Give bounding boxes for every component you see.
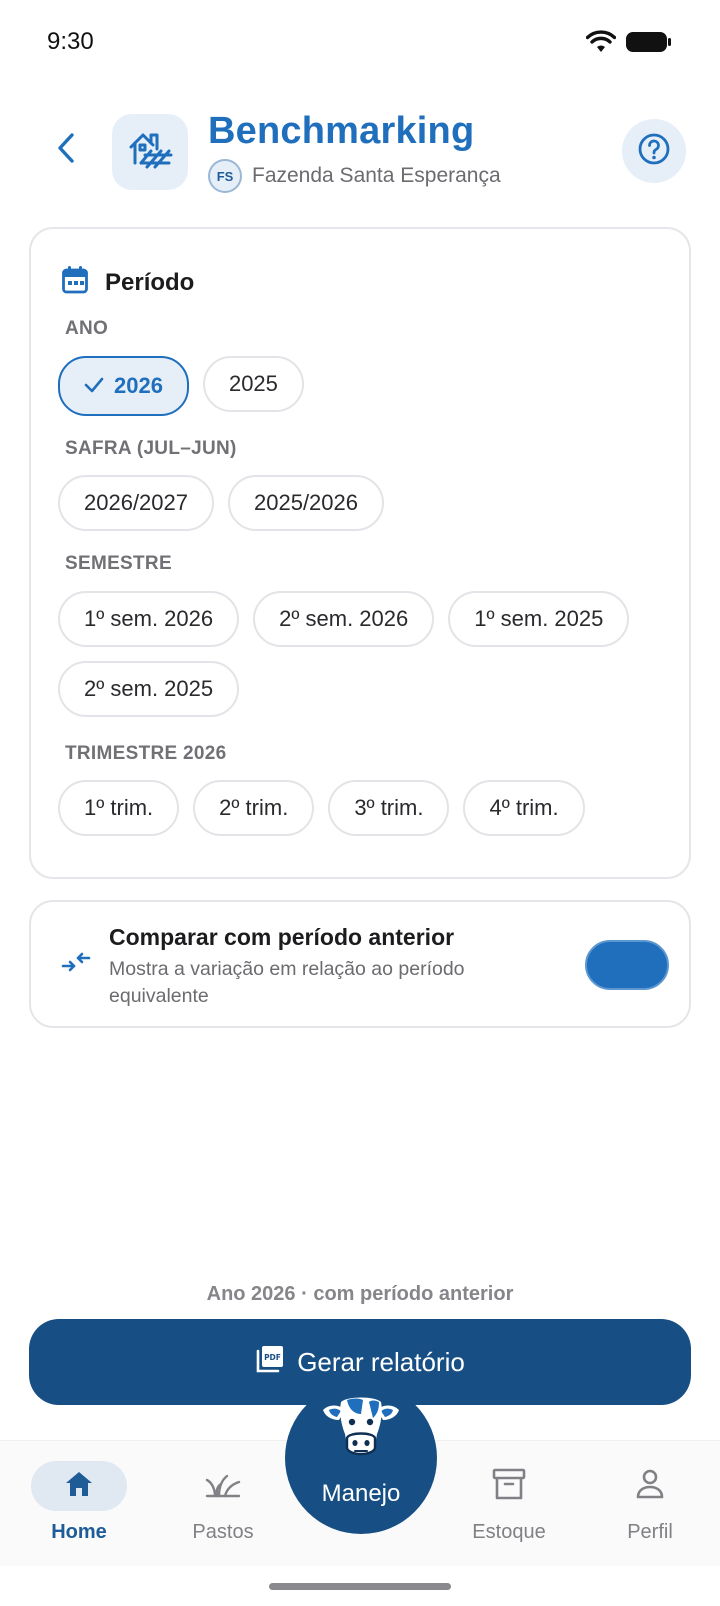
crop-chips: 2026/2027 2025/2026: [58, 475, 668, 531]
period-title: Período: [105, 268, 195, 296]
chip-sem-2-2025[interactable]: 2º sem. 2025: [58, 661, 240, 717]
home-indicator: [269, 1583, 451, 1590]
grass-icon: [205, 1470, 241, 1503]
quarter-label: TRIMESTRE 2026: [65, 743, 227, 764]
compare-description: Mostra a variação em relação ao período …: [109, 958, 465, 1007]
selection-summary: Ano 2026 · com período anterior: [206, 1283, 514, 1305]
cow-icon: [319, 1388, 403, 1473]
compare-arrows-icon: [61, 950, 91, 979]
chip-crop-2026-2027[interactable]: 2026/2027: [58, 475, 214, 531]
nav-perfil[interactable]: Perfil: [590, 1441, 710, 1567]
nav-home-indicator: [31, 1461, 127, 1511]
chip-year-2025[interactable]: 2025: [202, 356, 304, 412]
nav-home[interactable]: Home: [19, 1441, 139, 1567]
year-label: ANO: [65, 318, 109, 339]
compare-toggle[interactable]: [585, 940, 669, 990]
chip-year-2026[interactable]: 2026: [58, 356, 189, 416]
nav-pastos-label: Pastos: [192, 1521, 254, 1543]
chip-sem-1-2026[interactable]: 1º sem. 2026: [58, 591, 240, 647]
nav-estoque[interactable]: Estoque: [449, 1441, 569, 1567]
semester-chips: 1º sem. 2026 2º sem. 2026 1º sem. 2025 2…: [58, 591, 668, 717]
pdf-icon: PDF: [255, 1344, 285, 1381]
nav-home-label: Home: [51, 1521, 107, 1543]
home-icon: [63, 1469, 95, 1504]
person-icon: [635, 1468, 665, 1505]
page-title: Benchmarking: [208, 110, 475, 152]
chip-quarter-1[interactable]: 1º trim.: [58, 780, 180, 836]
farm-icon: [127, 127, 173, 178]
farm-name: Fazenda Santa Esperança: [252, 164, 501, 187]
manejo-label: Manejo: [321, 1480, 401, 1507]
battery-icon: [626, 31, 672, 58]
crop-label: SAFRA (JUL–JUN): [65, 438, 237, 459]
chip-quarter-3[interactable]: 3º trim.: [328, 780, 450, 836]
back-button[interactable]: [44, 128, 88, 172]
chip-quarter-4[interactable]: 4º trim.: [463, 780, 585, 836]
help-icon: [637, 132, 671, 171]
farm-badge: [112, 114, 188, 190]
semester-label: SEMESTRE: [65, 553, 172, 574]
period-card: Período ANO 2026 2025 SAFRA (JUL–JUN) 20…: [29, 227, 691, 879]
status-time: 9:30: [47, 28, 94, 55]
compare-card[interactable]: Comparar com período anterior Mostra a v…: [29, 900, 691, 1028]
chip-label: 2026: [114, 373, 163, 398]
status-icons: [585, 30, 672, 59]
help-button[interactable]: [622, 119, 686, 183]
period-header: Período: [61, 265, 194, 300]
chip-quarter-2[interactable]: 2º trim.: [193, 780, 315, 836]
svg-text:PDF: PDF: [264, 1353, 281, 1362]
screen: 9:30 Benchmarking FS Fazenda Santa Esper…: [0, 0, 720, 1606]
calendar-icon: [61, 265, 89, 300]
year-chips: 2026 2025: [58, 356, 668, 416]
wifi-icon: [585, 30, 617, 59]
chevron-left-icon: [55, 132, 77, 169]
nav-pastos[interactable]: Pastos: [163, 1441, 283, 1567]
nav-estoque-label: Estoque: [472, 1521, 546, 1543]
chip-crop-2025-2026[interactable]: 2025/2026: [228, 475, 384, 531]
chip-sem-2-2026[interactable]: 2º sem. 2026: [253, 591, 435, 647]
generate-report-label: Gerar relatório: [297, 1346, 465, 1377]
farm-avatar: FS: [208, 159, 242, 193]
archive-icon: [492, 1467, 526, 1506]
chip-sem-1-2025[interactable]: 1º sem. 2025: [448, 591, 630, 647]
compare-title: Comparar com período anterior: [109, 924, 455, 950]
check-icon: [84, 373, 104, 399]
nav-perfil-label: Perfil: [627, 1521, 673, 1543]
manejo-fab[interactable]: Manejo: [285, 1382, 437, 1534]
farm-selector[interactable]: FS Fazenda Santa Esperança: [208, 159, 501, 193]
quarter-chips: 1º trim. 2º trim. 3º trim. 4º trim.: [58, 780, 668, 836]
